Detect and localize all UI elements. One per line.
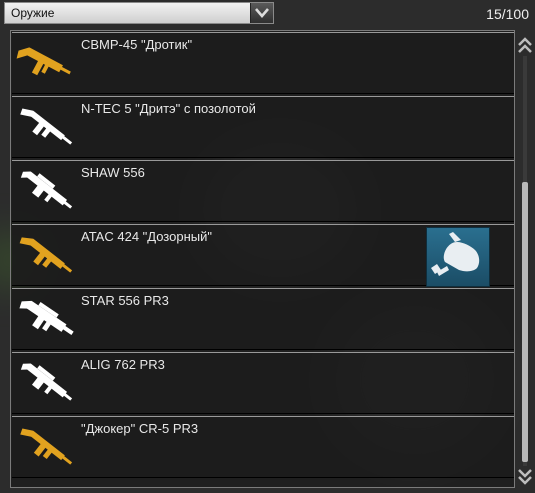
list-item[interactable]: STAR 556 PR3 (12, 288, 514, 350)
rifle-icon (16, 227, 76, 283)
category-dropdown[interactable]: Оружие (4, 2, 274, 24)
lmg-icon (16, 163, 76, 219)
item-name: SHAW 556 (81, 165, 145, 180)
list-item[interactable]: "Джокер" CR-5 PR3 (12, 416, 514, 478)
rifle-icon (16, 419, 76, 475)
lmg-icon (16, 355, 76, 411)
item-name: N-TEC 5 "Дритэ" с позолотой (81, 101, 256, 116)
item-name: СВМР-45 "Дротик" (81, 37, 193, 52)
item-name: ATAC 424 "Дозорный" (81, 229, 212, 244)
item-name: ALIG 762 PR3 (81, 357, 165, 372)
list-item[interactable]: SHAW 556 (12, 160, 514, 222)
list-item[interactable]: СВМР-45 "Дротик" (12, 32, 514, 94)
scroll-up-icon[interactable] (517, 36, 533, 56)
list-item[interactable]: N-TEC 5 "Дритэ" с позолотой (12, 96, 514, 158)
item-name: STAR 556 PR3 (81, 293, 169, 308)
scroll-thumb[interactable] (522, 182, 528, 462)
rifle-icon (16, 99, 76, 155)
list-item[interactable]: ATAC 424 "Дозорный" (12, 224, 514, 287)
inventory-count: 15/100 (486, 6, 529, 22)
hand-icon (426, 227, 490, 287)
list-item[interactable]: ALIG 762 PR3 (12, 352, 514, 414)
scroll-down-icon[interactable] (517, 466, 533, 486)
item-name: "Джокер" CR-5 PR3 (81, 421, 199, 436)
list-scrollbar[interactable] (516, 34, 534, 490)
smg-icon (16, 35, 76, 91)
inventory-toolbar: Оружие 15/100 (0, 0, 535, 30)
category-dropdown-value: Оружие (11, 6, 55, 20)
assault-rifle-icon (16, 291, 76, 347)
chevron-down-icon[interactable] (250, 3, 273, 23)
